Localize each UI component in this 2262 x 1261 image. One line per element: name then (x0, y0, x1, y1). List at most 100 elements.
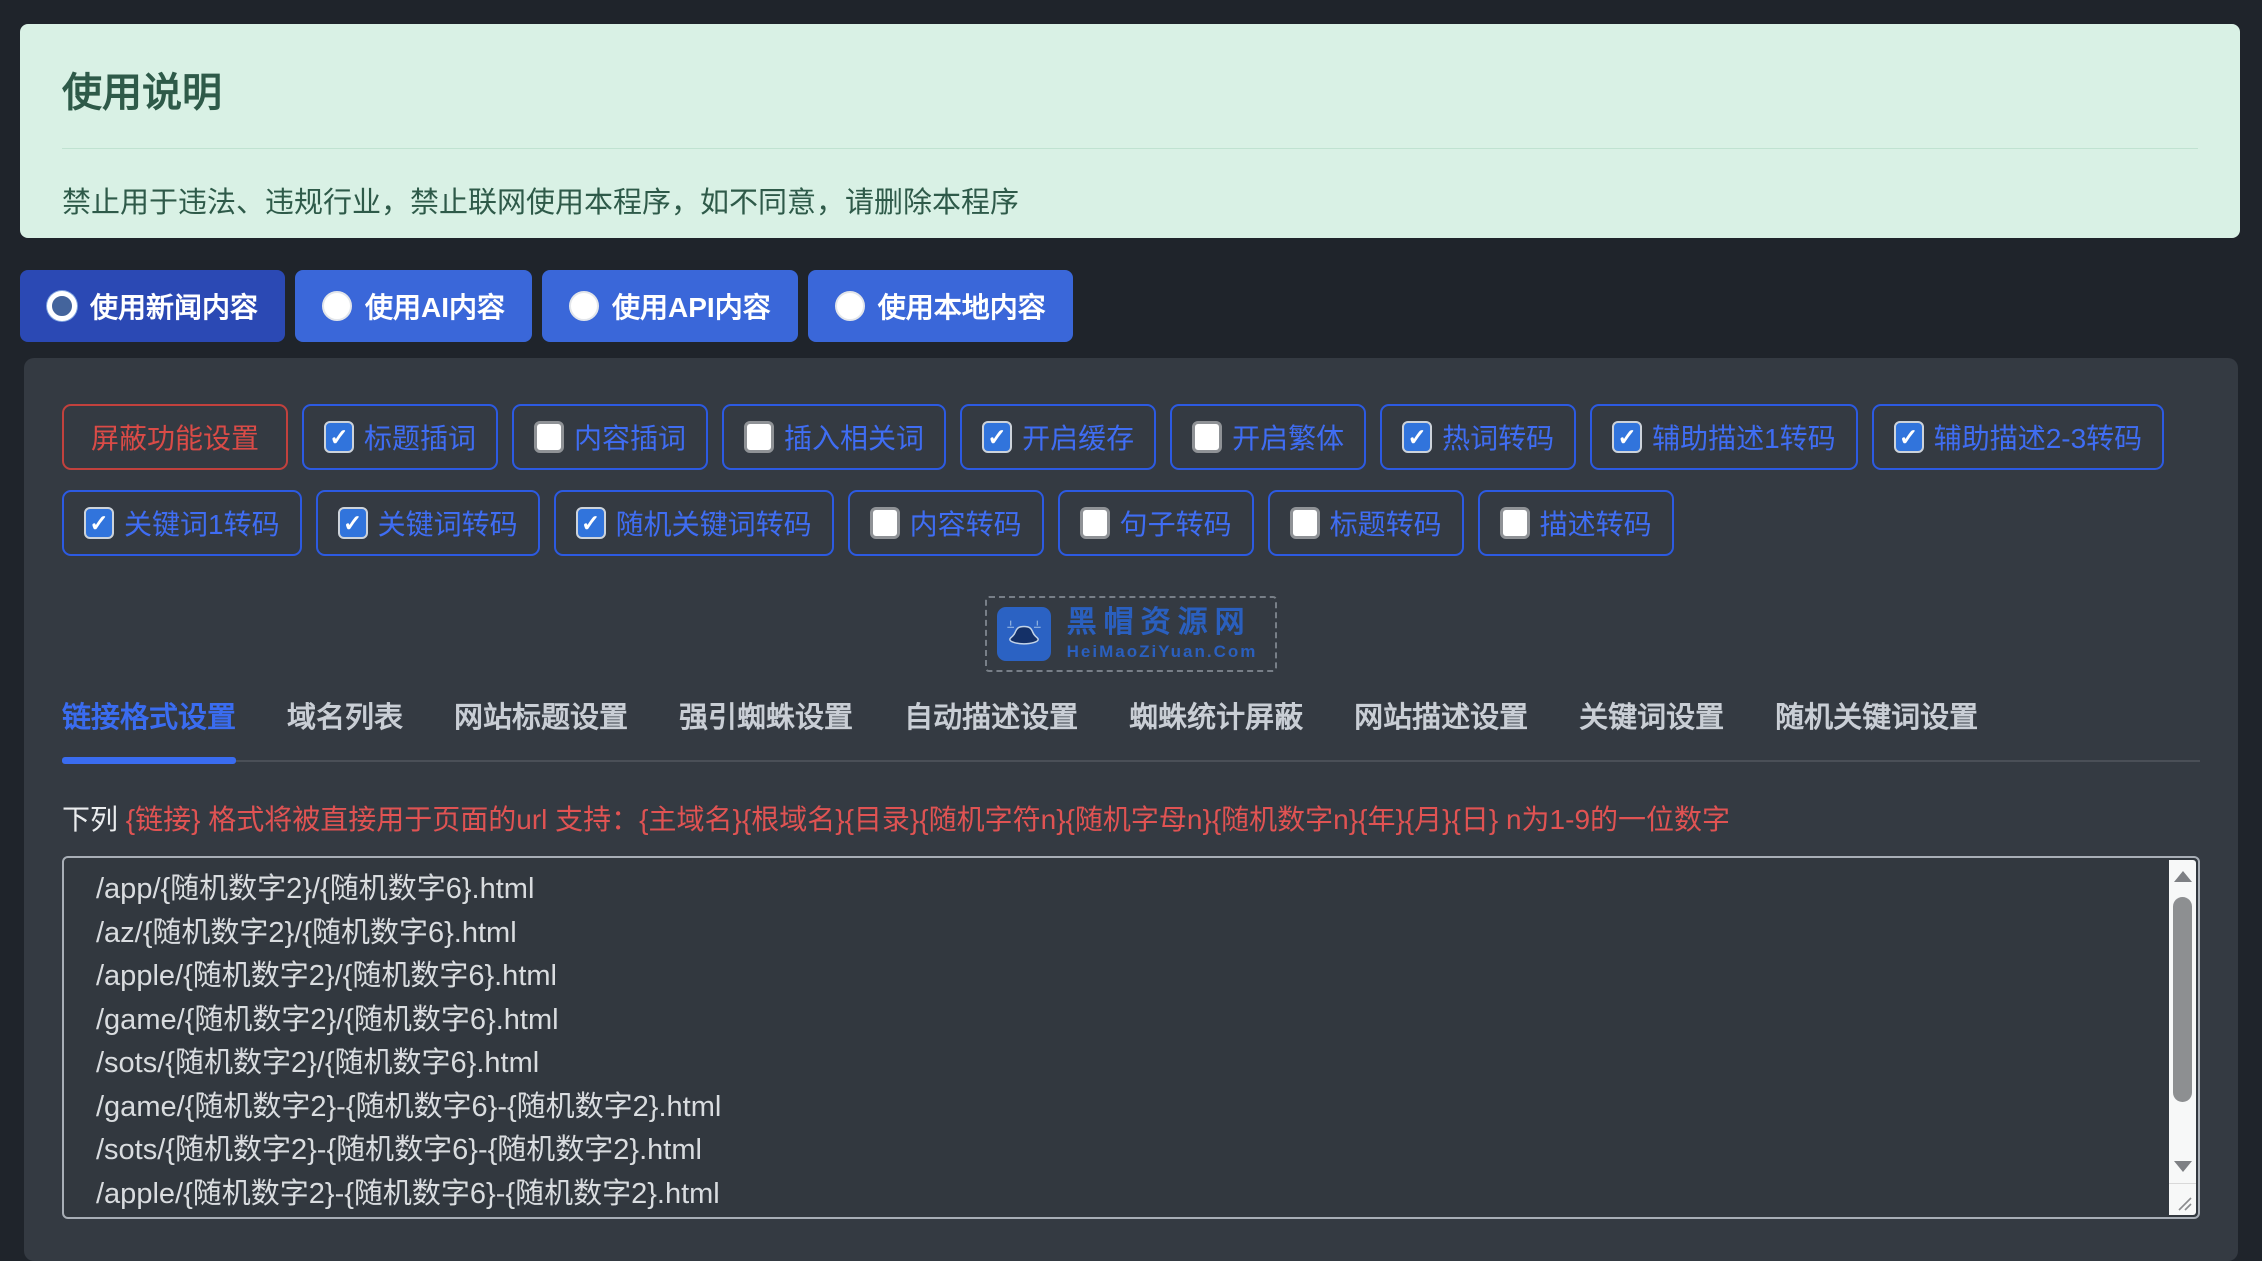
content-source-group: 使用新闻内容 使用AI内容 使用API内容 使用本地内容 (20, 270, 2240, 342)
feature-toggle-label: 标题插词 (364, 417, 476, 457)
resize-grip[interactable] (2169, 1183, 2196, 1215)
link-format-line: /app/{随机数字2}-{随机数字6}-{随机数字2}.html (96, 1216, 2138, 1219)
format-note-highlight: {链接} 格式将被直接用于页面的url 支持：{主域名}{根域名}{目录}{随机… (126, 804, 1730, 835)
settings-tab[interactable]: 随机关键词设置 (1775, 694, 1978, 736)
scrollbar-up-button[interactable] (2169, 860, 2196, 893)
link-format-line: /sots/{随机数字2}/{随机数字6}.html (96, 1042, 2138, 1086)
feature-toggle-checkbox[interactable]: ✓ 开启缓存 (960, 404, 1156, 470)
feature-toggle-label: 关键词1转码 (124, 503, 280, 543)
checkbox-icon: ✓ (576, 507, 606, 539)
feature-toggle-checkbox[interactable]: 描述转码 (1478, 490, 1674, 556)
checkbox-icon: ✓ (338, 507, 368, 539)
checkbox-icon (1192, 421, 1222, 453)
scrollbar-track[interactable] (2169, 893, 2196, 1150)
feature-toggle-label: 辅助描述1转码 (1652, 417, 1836, 457)
block-settings-button[interactable]: 屏蔽功能设置 (62, 404, 288, 470)
feature-toggle-checkbox[interactable]: ✓ 标题插词 (302, 404, 498, 470)
content-source-radio-button[interactable]: 使用AI内容 (295, 270, 532, 342)
link-format-line: /sots/{随机数字2}-{随机数字6}-{随机数字2}.html (96, 1129, 2138, 1173)
settings-tab-bar: 链接格式设置 域名列表 网站标题设置 强引蜘蛛设置 自动描述设置 蜘蛛统计屏蔽 (62, 694, 2200, 762)
settings-tab[interactable]: 网站标题设置 (454, 694, 628, 736)
settings-tab[interactable]: 链接格式设置 (62, 694, 236, 736)
tab-label: 自动描述设置 (904, 702, 1078, 734)
checkbox-icon (1080, 507, 1110, 539)
usage-notice-title: 使用说明 (20, 24, 2240, 118)
settings-tab[interactable]: 强引蜘蛛设置 (679, 694, 853, 736)
feature-toggle-checkbox[interactable]: ✓ 关键词转码 (316, 490, 540, 556)
feature-toggle-checkbox[interactable]: ✓ 随机关键词转码 (554, 490, 834, 556)
feature-toggle-checkbox[interactable]: ✓ 辅助描述2-3转码 (1872, 404, 2164, 470)
feature-toggle-label: 标题转码 (1330, 503, 1442, 543)
resize-grip-icon (2175, 1194, 2193, 1212)
content-source-label: 使用本地内容 (878, 286, 1046, 326)
usage-notice-card: 使用说明 禁止用于违法、违规行业，禁止联网使用本程序，如不同意，请删除本程序 (20, 24, 2240, 238)
feature-toggle-label: 描述转码 (1540, 503, 1652, 543)
settings-tab[interactable]: 关键词设置 (1579, 694, 1724, 736)
feature-toggle-checkbox[interactable]: 句子转码 (1058, 490, 1254, 556)
checkbox-icon: ✓ (324, 421, 354, 453)
feature-toggle-label: 句子转码 (1120, 503, 1232, 543)
watermark-badge: 黑帽资源网 HeiMaoZiYuan.Com (985, 596, 1278, 672)
arrow-up-icon (2174, 871, 2192, 882)
radio-icon (569, 291, 599, 321)
feature-toggle-checkbox[interactable]: 开启繁体 (1170, 404, 1366, 470)
watermark-subtitle: HeiMaoZiYuan.Com (1067, 642, 1258, 662)
tab-label: 链接格式设置 (62, 702, 236, 734)
feature-toggle-label: 关键词转码 (378, 503, 518, 543)
checkbox-icon: ✓ (1402, 421, 1432, 453)
arrow-down-icon (2174, 1161, 2192, 1172)
tab-label: 随机关键词设置 (1775, 702, 1978, 734)
feature-toggle-label: 随机关键词转码 (616, 503, 812, 543)
feature-toggle-label: 开启缓存 (1022, 417, 1134, 457)
feature-toggle-checkbox[interactable]: ✓ 关键词1转码 (62, 490, 302, 556)
feature-toggle-checkbox[interactable]: ✓ 辅助描述1转码 (1590, 404, 1858, 470)
feature-toggle-row-2: ✓ 关键词1转码 ✓ 关键词转码 ✓ 随机关键词转码 内容转码 句子转码 (62, 490, 2200, 556)
checkbox-icon (1500, 507, 1530, 539)
tab-label: 网站标题设置 (454, 702, 628, 734)
checkbox-icon: ✓ (982, 421, 1012, 453)
format-note-prefix: 下列 (62, 804, 126, 835)
link-formats-textarea[interactable]: /app/{随机数字2}/{随机数字6}.html /az/{随机数字2}/{随… (62, 856, 2200, 1219)
checkbox-icon: ✓ (1612, 421, 1642, 453)
block-settings-label: 屏蔽功能设置 (91, 417, 259, 457)
checkbox-icon (744, 421, 774, 453)
usage-notice-body: 禁止用于违法、违规行业，禁止联网使用本程序，如不同意，请删除本程序 (20, 149, 2240, 221)
content-source-radio-button[interactable]: 使用本地内容 (808, 270, 1073, 342)
feature-toggle-checkbox[interactable]: 插入相关词 (722, 404, 946, 470)
settings-tab[interactable]: 网站描述设置 (1354, 694, 1528, 736)
checkbox-icon (870, 507, 900, 539)
feature-toggle-label: 内容插词 (574, 417, 686, 457)
content-source-radio-button[interactable]: 使用新闻内容 (20, 270, 285, 342)
feature-toggle-label: 插入相关词 (784, 417, 924, 457)
settings-tab[interactable]: 域名列表 (287, 694, 403, 736)
link-format-line: /az/{随机数字2}/{随机数字6}.html (96, 912, 2138, 956)
feature-toggle-checkbox[interactable]: 标题转码 (1268, 490, 1464, 556)
content-source-label: 使用AI内容 (365, 286, 505, 326)
feature-toggle-label: 内容转码 (910, 503, 1022, 543)
tab-label: 关键词设置 (1579, 702, 1724, 734)
content-source-radio-button[interactable]: 使用API内容 (542, 270, 798, 342)
format-note: 下列 {链接} 格式将被直接用于页面的url 支持：{主域名}{根域名}{目录}… (62, 798, 2200, 838)
checkbox-icon: ✓ (84, 507, 114, 539)
feature-toggle-checkbox[interactable]: 内容转码 (848, 490, 1044, 556)
checkbox-icon: ✓ (1894, 421, 1924, 453)
feature-toggle-checkbox[interactable]: ✓ 热词转码 (1380, 404, 1576, 470)
feature-toggle-checkbox[interactable]: 内容插词 (512, 404, 708, 470)
radio-icon (47, 291, 77, 321)
scrollbar-thumb[interactable] (2173, 897, 2192, 1102)
tab-label: 域名列表 (287, 702, 403, 734)
hat-logo-icon (997, 607, 1051, 661)
checkbox-icon (534, 421, 564, 453)
feature-toggle-row-1: 屏蔽功能设置 ✓ 标题插词 内容插词 插入相关词 ✓ 开启缓存 (62, 404, 2200, 470)
content-source-label: 使用新闻内容 (90, 286, 258, 326)
link-format-line: /app/{随机数字2}/{随机数字6}.html (96, 868, 2138, 912)
editor-scrollbar[interactable] (2169, 860, 2196, 1215)
settings-tab[interactable]: 自动描述设置 (904, 694, 1078, 736)
checkbox-icon (1290, 507, 1320, 539)
tab-label: 网站描述设置 (1354, 702, 1528, 734)
feature-toggle-label: 热词转码 (1442, 417, 1554, 457)
settings-tab[interactable]: 蜘蛛统计屏蔽 (1129, 694, 1303, 736)
radio-icon (835, 291, 865, 321)
scrollbar-down-button[interactable] (2169, 1150, 2196, 1183)
link-format-line: /game/{随机数字2}-{随机数字6}-{随机数字2}.html (96, 1086, 2138, 1130)
